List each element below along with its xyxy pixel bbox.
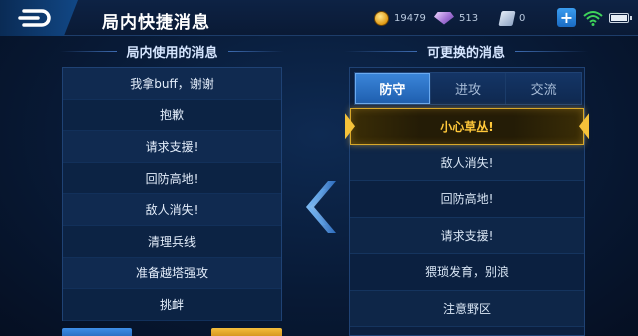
replaceable-message-item[interactable]: 敌人消失!: [350, 144, 584, 181]
gold-coin-icon: [374, 10, 389, 26]
replaceable-message-panel: 防守 进攻 交流 小心草丛! 敌人消失! 回防高地! 请求支援! 猥琐发育，别浪…: [345, 67, 589, 336]
in-game-message-item[interactable]: 敌人消失!: [63, 194, 281, 226]
back-button[interactable]: [0, 0, 78, 36]
top-bar: 局内快捷消息 19479 513 0 +: [0, 0, 638, 36]
gold-counter: 19479: [374, 9, 426, 27]
in-game-message-item[interactable]: 抱歉: [63, 99, 281, 132]
replaceable-message-item[interactable]: 回防高地!: [350, 181, 584, 218]
replaceable-message-label: 小心草丛!: [440, 119, 494, 134]
gem-counter: 513: [434, 9, 478, 27]
in-game-message-item[interactable]: 请求支援!: [63, 131, 281, 163]
gem-amount: 513: [459, 12, 479, 24]
replaceable-message-item[interactable]: 请求支援!: [350, 217, 584, 254]
gold-amount: 19479: [394, 12, 426, 24]
replaceable-message-list: 小心草丛! 敌人消失! 回防高地! 请求支援! 猥琐发育，别浪 注意野区: [345, 108, 589, 327]
in-game-message-item[interactable]: 清理兵线: [63, 225, 281, 258]
wifi-icon: [583, 11, 603, 26]
ticket-amount: 0: [519, 12, 526, 24]
tab-defense[interactable]: 防守: [355, 73, 431, 104]
tab-attack[interactable]: 进攻: [430, 73, 507, 104]
battery-icon: [609, 13, 632, 23]
bottom-right-button[interactable]: [211, 328, 282, 336]
in-game-message-list: 我拿buff，谢谢 抱歉 请求支援! 回防高地! 敌人消失! 清理兵线 准备越塔…: [62, 67, 282, 321]
category-tabs: 防守 进攻 交流: [354, 72, 582, 105]
ticket-counter: 0: [498, 9, 526, 27]
right-section-title: 可更换的消息: [427, 45, 506, 61]
swap-left-arrow-button[interactable]: [296, 176, 340, 238]
left-section-header: 局内使用的消息: [60, 40, 284, 62]
right-section-header: 可更换的消息: [344, 40, 588, 62]
replaceable-message-item[interactable]: 猥琐发育，别浪: [350, 254, 584, 291]
in-game-message-item[interactable]: 我拿buff，谢谢: [63, 68, 281, 100]
chevron-left-icon: [306, 181, 336, 233]
diamond-icon: [434, 11, 454, 25]
left-section-title: 局内使用的消息: [126, 45, 218, 61]
page-title: 局内快捷消息: [102, 13, 210, 33]
replaceable-message-item[interactable]: 注意野区: [350, 290, 584, 327]
bottom-left-button[interactable]: [62, 328, 132, 336]
selection-right-marker: [579, 113, 589, 140]
replaceable-message-item-selected[interactable]: 小心草丛!: [345, 108, 589, 145]
back-arrow-icon: [18, 9, 51, 27]
voucher-icon: [498, 10, 516, 26]
in-game-message-item[interactable]: 准备越塔强攻: [63, 257, 281, 290]
tab-communication[interactable]: 交流: [506, 73, 582, 104]
in-game-message-item[interactable]: 挑衅: [63, 289, 281, 321]
in-game-message-item[interactable]: 回防高地!: [63, 162, 281, 195]
selection-left-marker: [345, 113, 355, 140]
recharge-plus-button[interactable]: +: [557, 8, 576, 27]
